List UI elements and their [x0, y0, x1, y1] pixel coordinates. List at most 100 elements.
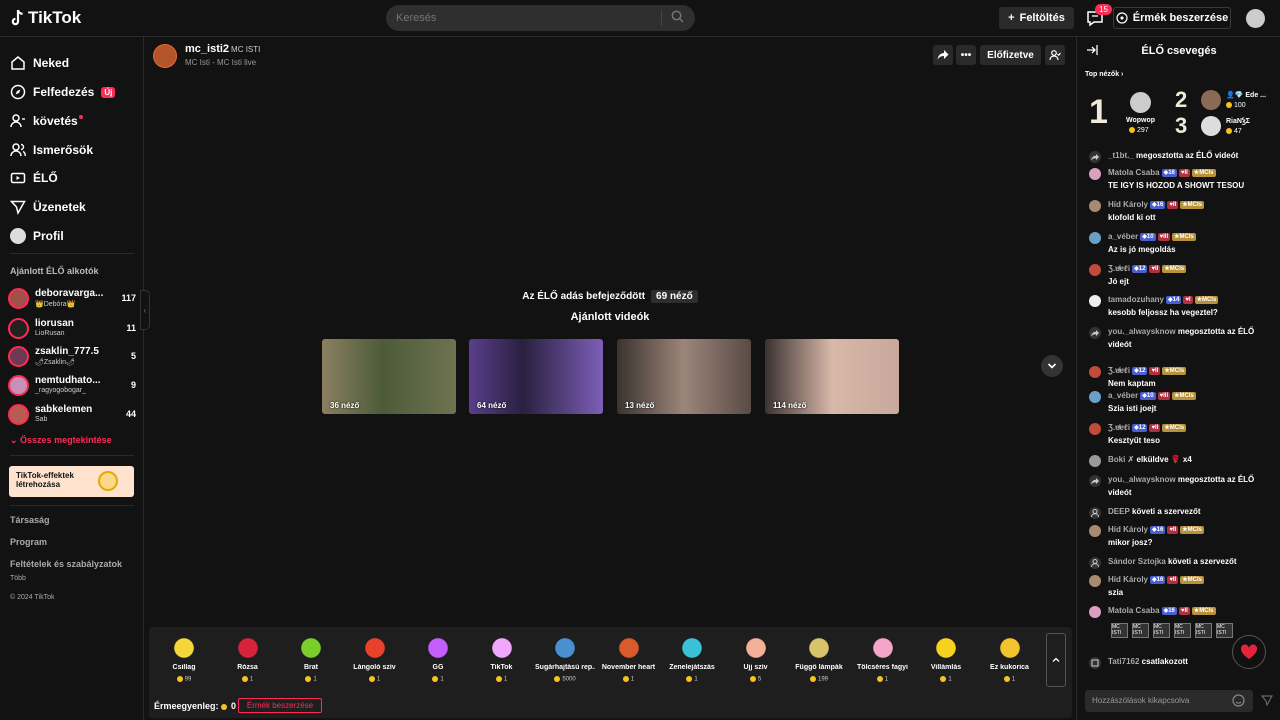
nav-label: Neked	[33, 56, 70, 70]
chat-username[interactable]: you._alwaysknow	[1108, 327, 1176, 336]
badge-value: MCIs	[1201, 296, 1217, 303]
send-icon[interactable]	[1261, 694, 1273, 706]
chat-username[interactable]: Sándor Sztojka	[1108, 557, 1166, 566]
top-viewers-link[interactable]: Top nézők ›	[1085, 71, 1123, 78]
footer-more[interactable]: Több	[10, 575, 26, 582]
search-box[interactable]	[386, 5, 695, 31]
chat-username[interactable]: DEEP	[1108, 507, 1130, 516]
chat-username[interactable]: Boki ✗	[1108, 455, 1134, 464]
join-icon	[1089, 657, 1101, 669]
gift-item[interactable]: Tölcséres fagyi 1	[853, 633, 913, 683]
emoji-icon[interactable]	[1232, 694, 1245, 707]
gift-item[interactable]: TikTok 1	[472, 633, 532, 683]
chat-input[interactable]: Hozzászólások kikapcsolva	[1085, 690, 1253, 712]
share-button[interactable]	[933, 45, 953, 65]
share-icon	[1089, 327, 1101, 339]
creator-item[interactable]: deboravarga... 👑Debóra👑 117	[8, 287, 136, 311]
gift-item[interactable]: Rózsa 1	[218, 633, 278, 683]
search-input[interactable]	[386, 12, 661, 24]
creator-item[interactable]: sabkelemen Sab 44	[8, 403, 136, 427]
top-viewer-avatar[interactable]	[1130, 92, 1151, 113]
chat-username[interactable]: Ʒ.ɐ̸ɐℓi	[1108, 423, 1130, 432]
see-all-link[interactable]: ⌄ Összes megtekintése	[10, 435, 112, 446]
creator-sub: _ragyogobogar_	[35, 387, 86, 394]
chat-text: megosztotta az ÉLŐ	[1177, 475, 1255, 484]
chat-username[interactable]: a_véber	[1108, 232, 1138, 241]
tiktok-note-icon	[11, 9, 23, 26]
chat-username[interactable]: Ʒ.ɐ̸ɐℓi	[1108, 366, 1130, 375]
gift-item[interactable]: Lángoló szív 1	[345, 633, 405, 683]
gift-item[interactable]: Zenelejátszás 1	[662, 633, 722, 683]
chat-username[interactable]: Matola Csaba	[1108, 168, 1160, 177]
nav-item-messages[interactable]: Üzenetek	[10, 199, 86, 215]
recommended-video[interactable]: 64 néző	[469, 339, 603, 414]
badge-value: 12	[1138, 265, 1146, 272]
gift-item[interactable]: Ujj szív 5	[726, 633, 786, 683]
creator-item[interactable]: liorusan LioRusan 11	[8, 317, 136, 341]
gift-item[interactable]: Függő lámpák 199	[789, 633, 849, 683]
buy-coins-button[interactable]: Érmék beszerzése	[238, 698, 322, 713]
chat-username[interactable]: Matola Csaba	[1108, 606, 1160, 615]
chat-username[interactable]: Híd Károly	[1108, 200, 1148, 209]
upload-button[interactable]: + Feltöltés	[999, 7, 1074, 29]
badge-value: MCIs	[1187, 576, 1202, 583]
gift-item[interactable]: Villámlás 1	[916, 633, 976, 683]
chat-username[interactable]: Tati7162	[1108, 657, 1139, 666]
nav-item-following[interactable]: követés	[10, 113, 83, 129]
badge-value: II	[1155, 367, 1159, 374]
gift-price-value: 1	[313, 676, 317, 683]
video-viewer-count: 64 néző	[477, 401, 507, 410]
gift-item[interactable]: Brat 1	[281, 633, 341, 683]
gift-item[interactable]: Ez kukorica 1	[980, 633, 1040, 683]
nav-item-home[interactable]: Neked	[10, 55, 69, 71]
top-viewer-name: Wopwop	[1126, 117, 1156, 124]
chat-avatar	[1089, 525, 1101, 537]
footer-link-program[interactable]: Program	[10, 537, 47, 547]
inbox-badge: 15	[1095, 4, 1112, 15]
chat-username[interactable]: Ʒ.ɐ̸ɐℓi	[1108, 264, 1130, 273]
nav-item-profile[interactable]: Profil	[10, 228, 64, 244]
top-viewer-avatar[interactable]	[1201, 116, 1221, 136]
chat-username[interactable]: Híd Károly	[1108, 525, 1148, 534]
nav-item-explore[interactable]: Felfedezés Új	[10, 84, 116, 100]
creator-item[interactable]: zsaklin_777.5 🌶Zsaklin🌶 5	[8, 345, 136, 369]
footer-link-terms[interactable]: Feltételek és szabályzatok	[10, 559, 122, 569]
creator-item[interactable]: nemtudhato... _ragyogobogar_ 9	[8, 374, 136, 398]
more-options-button[interactable]: •••	[956, 45, 976, 65]
expand-gifts-button[interactable]	[1046, 633, 1066, 687]
get-coins-button[interactable]: Érmék beszerzése	[1113, 7, 1231, 29]
effects-banner[interactable]: TikTok-effektek létrehozása	[9, 466, 134, 497]
creator-viewers: 5	[130, 351, 136, 361]
chat-username[interactable]: you._alwaysknow	[1108, 475, 1176, 484]
creator-sub: LioRusan	[35, 330, 65, 337]
like-heart-button[interactable]	[1232, 635, 1266, 669]
gift-item[interactable]: Sugárhajtású rep... 5000	[535, 633, 595, 683]
chat-username[interactable]: tamadozuhany	[1108, 295, 1164, 304]
search-icon[interactable]	[662, 10, 692, 26]
recommended-video[interactable]: 36 néző	[322, 339, 456, 414]
top-viewer-points: 100	[1226, 102, 1246, 109]
footer-link-company[interactable]: Társaság	[10, 515, 50, 525]
creator-name: nemtudhato...	[35, 375, 101, 386]
creator-sub: 👑Debóra👑	[35, 301, 76, 308]
user-avatar[interactable]	[1246, 9, 1265, 28]
recommended-video[interactable]: 114 néző	[765, 339, 899, 414]
chat-username[interactable]: Híd Károly	[1108, 575, 1148, 584]
subscribed-button[interactable]: Előfizetve	[980, 45, 1041, 65]
gift-item[interactable]: November heart 1	[599, 633, 659, 683]
sidebar: Neked Felfedezés Új követés Ismerősök ÉL…	[0, 37, 144, 720]
chat-username[interactable]: _t1bt._	[1108, 151, 1134, 160]
streamer-avatar[interactable]	[153, 44, 177, 68]
next-videos-button[interactable]	[1041, 355, 1063, 377]
gift-item[interactable]: GG 1	[408, 633, 468, 683]
followed-user-button[interactable]	[1045, 45, 1065, 65]
top-viewer-avatar[interactable]	[1201, 90, 1221, 110]
chat-username[interactable]: a_véber	[1108, 391, 1138, 400]
gift-price-value: 1	[440, 676, 444, 683]
gift-item[interactable]: Csillag 99	[154, 633, 214, 683]
recommended-video[interactable]: 13 néző	[617, 339, 751, 414]
nav-item-friends[interactable]: Ismerősök	[10, 142, 93, 158]
tiktok-logo[interactable]: TikTok	[10, 8, 81, 28]
nav-item-live[interactable]: ÉLŐ	[10, 170, 58, 186]
badge-value: 16	[1156, 526, 1164, 533]
